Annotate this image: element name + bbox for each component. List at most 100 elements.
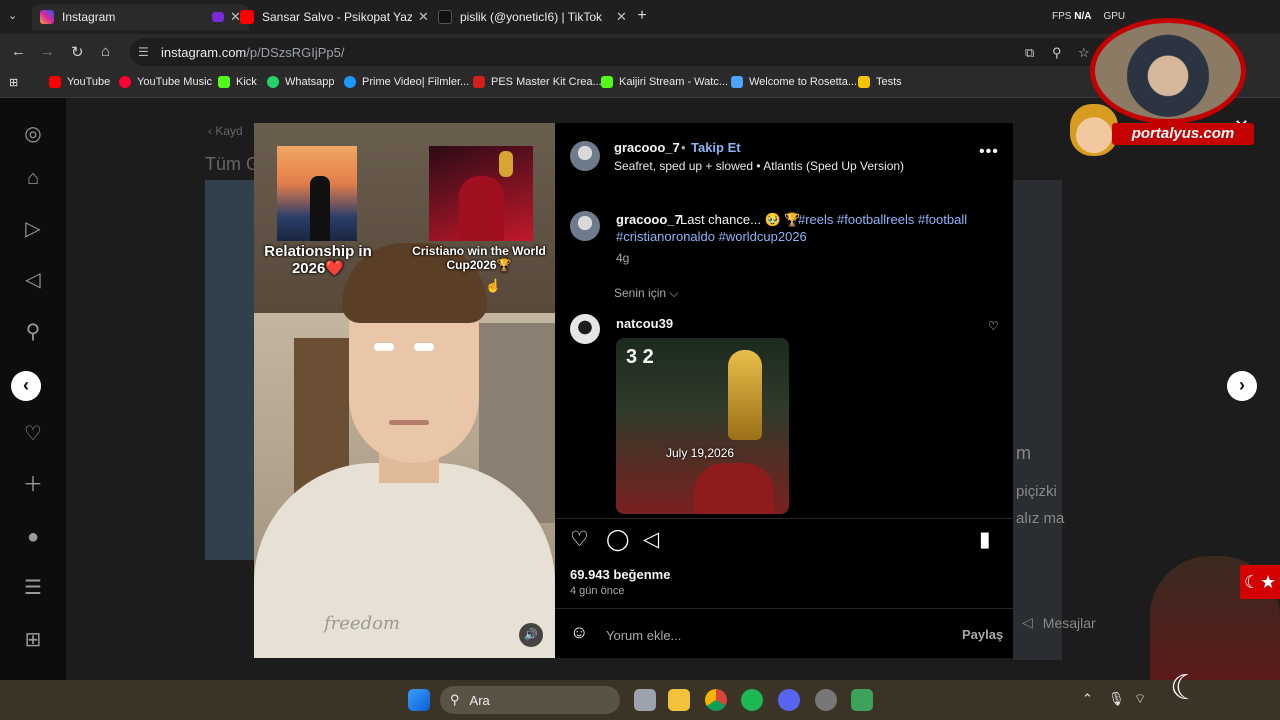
post-username[interactable]: gracooo_7 <box>614 140 680 155</box>
home-icon[interactable]: ⌂ <box>101 43 110 60</box>
sound-toggle-button[interactable]: 🔊 <box>519 623 543 647</box>
tab-search-icon[interactable]: ⌄ <box>8 9 17 22</box>
prime-video-icon <box>344 76 356 88</box>
new-tab-button[interactable]: + <box>632 6 652 26</box>
likes-count[interactable]: 69.943 beğenme <box>570 567 670 582</box>
share-icon[interactable]: ◁ <box>643 527 659 552</box>
url-text[interactable]: instagram.com/p/DSzsRGIjPp5/ <box>161 45 345 60</box>
browser-tab-bar: ⌄ Instagram ✕ Sansar Salvo - Psikopat Ya… <box>0 0 1280 34</box>
tab-youtube[interactable]: Sansar Salvo - Psikopat Yazar - ✕ <box>232 4 437 30</box>
more-apps-icon[interactable]: ⊞ <box>20 627 46 653</box>
tab-tiktok[interactable]: pislik (@yoneticI6) | TikTok ✕ <box>430 4 635 30</box>
windows-start-icon[interactable] <box>408 689 430 711</box>
bookmark-kaijiri[interactable]: Kaijiri Stream - Watc... <box>601 76 728 88</box>
like-icon[interactable]: ♡ <box>570 527 589 552</box>
app-icon[interactable] <box>851 689 873 711</box>
background-title: Tüm G <box>205 154 261 174</box>
bookmark-prime-video[interactable]: Prime Video| Filmler... <box>344 76 469 88</box>
direct-icon[interactable]: ◁ <box>20 267 46 293</box>
background-back-link: ‹ Kayd <box>208 124 243 138</box>
bookmarks-bar: ⊞ YouTube YouTube Music Kick Whatsapp Pr… <box>0 70 1280 98</box>
post-comment-button[interactable]: Paylaş <box>962 627 1003 642</box>
menu-icon[interactable]: ☰ <box>20 575 46 601</box>
sheets-icon <box>858 76 870 88</box>
gif-date: July 19,2026 <box>666 446 735 460</box>
bookmark-tests[interactable]: Tests <box>858 76 902 88</box>
create-icon[interactable]: ＋ <box>20 472 46 498</box>
notifications-icon[interactable]: ♡ <box>20 421 46 447</box>
prev-post-button[interactable]: ‹ <box>11 371 41 401</box>
discord-icon[interactable] <box>778 689 800 711</box>
install-app-icon[interactable]: ⧉ <box>1025 45 1034 61</box>
video-eye-right <box>414 343 434 351</box>
reload-icon[interactable]: ↻ <box>71 43 84 61</box>
avatar[interactable] <box>570 141 600 171</box>
crescent-star-icon: ☾ <box>1170 669 1201 707</box>
like-comment-icon[interactable]: ♡ <box>988 319 999 333</box>
bookmark-youtube[interactable]: YouTube <box>49 76 110 88</box>
comment-icon[interactable]: ◯ <box>606 527 630 552</box>
avatar[interactable] <box>570 314 600 344</box>
microphone-icon[interactable]: 🎙 <box>1108 691 1125 707</box>
home-icon[interactable]: ⌂ <box>20 165 46 191</box>
turkish-flag-icon: ☾★ <box>1240 565 1280 599</box>
video-mouth <box>389 420 429 425</box>
search-icon[interactable]: ⚲ <box>20 319 46 345</box>
site-info-icon[interactable]: ☰ <box>138 45 149 59</box>
couple-silhouette <box>310 176 330 241</box>
pes-master-icon <box>473 76 485 88</box>
reel-video[interactable]: freedom Relationship in 2026❤️ Cristiano… <box>254 123 555 658</box>
obs-icon[interactable] <box>815 689 837 711</box>
browser-toolbar: ← → ↻ ⌂ ☰ instagram.com/p/DSzsRGIjPp5/ ⧉… <box>0 34 1280 70</box>
bookmark-whatsapp[interactable]: Whatsapp <box>267 76 335 88</box>
separator-dot: • <box>681 140 686 155</box>
video-eye-left <box>374 343 394 351</box>
messages-button[interactable]: ◁ Mesajlar <box>1022 614 1096 631</box>
emoji-icon[interactable]: ☺ <box>570 622 588 643</box>
more-options-icon[interactable]: ••• <box>979 143 999 161</box>
sort-comments-dropdown[interactable]: Senin için ⌵ <box>614 286 678 301</box>
tab-label: Sansar Salvo - Psikopat Yazar - <box>262 10 412 24</box>
bookmark-rosetta[interactable]: Welcome to Rosetta... <box>731 76 857 88</box>
bookmark-kick[interactable]: Kick <box>218 76 257 88</box>
caption-text: Last chance... 🥹 🏆 <box>680 212 801 227</box>
address-bar[interactable]: ☰ instagram.com/p/DSzsRGIjPp5/ ⧉ ⚲ ☆ <box>130 38 1130 66</box>
task-view-icon[interactable] <box>634 689 656 711</box>
follow-button[interactable]: Takip Et <box>691 140 741 155</box>
back-icon[interactable]: ← <box>11 43 26 60</box>
spotify-icon[interactable] <box>741 689 763 711</box>
instagram-page: ◎ ⌂ ▷ ◁ ⚲ ◷ ♡ ＋ ● ☰ ⊞ ‹ Kayd Tüm G m piç… <box>0 98 1280 680</box>
apps-grid-icon[interactable]: ⊞ <box>9 76 18 89</box>
chrome-icon[interactable] <box>705 689 727 711</box>
post-time: 4 gün önce <box>570 585 625 597</box>
caption-username[interactable]: gracooo_7 <box>616 212 682 227</box>
bookmark-youtube-music[interactable]: YouTube Music <box>119 76 212 88</box>
close-icon[interactable]: ✕ <box>418 9 429 25</box>
file-explorer-icon[interactable] <box>668 689 690 711</box>
forward-icon[interactable]: → <box>40 43 55 60</box>
wifi-icon[interactable]: ⌔ <box>1134 691 1146 707</box>
comment-input[interactable] <box>606 625 936 645</box>
bookmark-pes-master[interactable]: PES Master Kit Crea... <box>473 76 602 88</box>
avatar[interactable] <box>570 211 600 241</box>
instagram-logo-icon[interactable]: ◎ <box>20 121 46 147</box>
reels-icon[interactable]: ▷ <box>20 216 46 242</box>
divider <box>555 608 1013 609</box>
tab-instagram[interactable]: Instagram ✕ <box>32 4 249 30</box>
comment-username[interactable]: natcou39 <box>616 316 673 331</box>
zoom-icon[interactable]: ⚲ <box>1052 45 1062 61</box>
caption-hashtags[interactable]: #reels #footballreels #football <box>798 212 967 227</box>
close-icon[interactable]: ✕ <box>616 9 627 25</box>
tray-chevron-icon[interactable]: ⌃ <box>1082 691 1093 707</box>
bookmark-star-icon[interactable]: ☆ <box>1078 45 1090 61</box>
background-post-right <box>1013 180 1062 660</box>
taskbar-search[interactable]: ⚲ Ara <box>440 686 620 714</box>
profile-icon[interactable]: ● <box>20 524 46 550</box>
youtube-music-icon <box>119 76 131 88</box>
next-post-button[interactable]: › <box>1227 371 1257 401</box>
hand-cursor-icon: ☝ <box>485 278 502 293</box>
save-icon[interactable]: ▮ <box>979 527 991 552</box>
caption-hashtags[interactable]: #cristianoronaldo #worldcup2026 <box>616 229 807 244</box>
caption-world-cup: Cristiano win the World Cup2026🏆 <box>412 244 546 272</box>
audio-track[interactable]: Seafret, sped up + slowed • Atlantis (Sp… <box>614 159 904 173</box>
